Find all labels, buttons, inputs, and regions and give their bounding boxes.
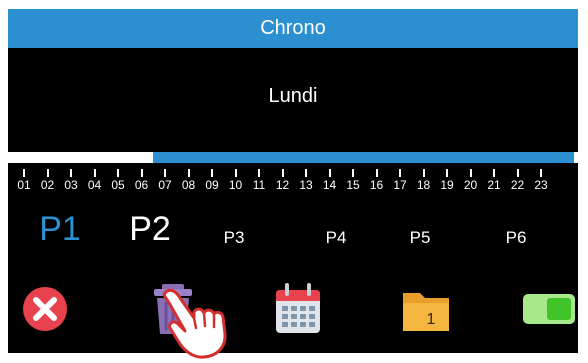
hour-label: 12 — [275, 178, 290, 192]
hour-label: 11 — [252, 178, 266, 192]
tick-mark — [469, 169, 472, 177]
tick-mark — [70, 169, 72, 177]
program-p6[interactable]: P6 — [506, 229, 527, 246]
tick-mark — [305, 169, 307, 177]
page-title: Chrono — [260, 17, 326, 39]
day-label[interactable]: Lundi — [8, 85, 578, 108]
hour-tick: 20 — [460, 169, 482, 192]
hour-tick: 15 — [342, 169, 364, 192]
pointing-hand-icon — [158, 282, 240, 360]
tick-mark — [446, 169, 448, 177]
hour-tick: 23 — [530, 169, 552, 192]
tick-mark — [23, 169, 25, 177]
folder-icon: 1 — [403, 293, 449, 331]
close-button[interactable] — [17, 279, 73, 337]
tick-mark — [187, 169, 190, 177]
calendar-button[interactable] — [270, 279, 326, 337]
program-p4[interactable]: P4 — [326, 229, 347, 246]
hour-tick: 09 — [201, 169, 223, 192]
tick-mark — [281, 169, 284, 177]
tick-mark — [516, 169, 519, 177]
hour-tick: 02 — [37, 169, 59, 192]
hour-label: 09 — [205, 178, 219, 192]
toggle-icon — [523, 294, 575, 324]
hour-tick: 16 — [366, 169, 388, 192]
tick-mark — [422, 169, 425, 177]
hour-tick: 08 — [178, 169, 200, 192]
hour-tick: 13 — [295, 169, 317, 192]
hour-label: 16 — [369, 178, 384, 192]
hour-tick: 18 — [413, 169, 435, 192]
hour-tick: 04 — [84, 169, 106, 192]
program-p3[interactable]: P3 — [224, 229, 245, 246]
hour-scale: 01 02 03 04 05 06 07 08 09 10 11 12 13 14 15 16 17 18 19 20… — [8, 169, 578, 199]
tick-mark — [234, 169, 237, 177]
hour-label: 18 — [416, 178, 431, 192]
program-p1[interactable]: P1 — [39, 212, 81, 246]
hour-tick: 11 — [248, 169, 270, 192]
hour-tick: 03 — [60, 169, 82, 192]
tick-mark — [211, 169, 213, 177]
timeline-active-range[interactable] — [153, 152, 574, 163]
hour-label: 15 — [346, 178, 360, 192]
calendar-icon — [276, 283, 320, 333]
toggle-button[interactable] — [521, 279, 577, 337]
tick-mark — [164, 169, 166, 177]
tick-mark — [540, 169, 542, 177]
tick-mark — [352, 169, 354, 177]
hour-label: 08 — [181, 178, 196, 192]
hour-label: 10 — [228, 178, 243, 192]
tick-mark — [375, 169, 378, 177]
hour-label: 19 — [440, 178, 454, 192]
close-icon — [23, 287, 67, 331]
hour-label: 20 — [463, 178, 478, 192]
toolbar: 1 — [8, 271, 578, 353]
hour-label: 06 — [134, 178, 149, 192]
tick-mark — [46, 169, 49, 177]
hour-label: 03 — [64, 178, 78, 192]
hour-label: 02 — [40, 178, 55, 192]
tick-mark — [140, 169, 143, 177]
hour-label: 04 — [87, 178, 102, 192]
tick-mark — [399, 169, 401, 177]
folder-number: 1 — [427, 311, 436, 328]
program-p5[interactable]: P5 — [410, 229, 431, 246]
hour-tick: 14 — [319, 169, 341, 192]
tick-mark — [328, 169, 331, 177]
hour-tick: 06 — [131, 169, 153, 192]
tick-mark — [493, 169, 495, 177]
program-selector: P1 P2 P3 P4 P5 P6 — [8, 204, 578, 250]
hour-tick: 05 — [107, 169, 129, 192]
tick-mark — [93, 169, 96, 177]
hour-tick: 17 — [389, 169, 411, 192]
hour-label: 22 — [510, 178, 525, 192]
hour-label: 07 — [158, 178, 172, 192]
hour-tick: 10 — [225, 169, 247, 192]
hour-label: 01 — [17, 178, 31, 192]
hour-label: 23 — [534, 178, 548, 192]
folder-button[interactable]: 1 — [398, 279, 454, 337]
hour-label: 14 — [322, 178, 337, 192]
hour-tick: 19 — [436, 169, 458, 192]
device-screen: Chrono Lundi 01 02 03 04 05 06 07 08 09 10 11 12 13 1… — [8, 9, 578, 353]
hour-label: 17 — [393, 178, 407, 192]
hour-label: 05 — [111, 178, 125, 192]
hour-label: 21 — [487, 178, 501, 192]
hour-tick: 07 — [154, 169, 176, 192]
hour-tick: 12 — [272, 169, 294, 192]
hour-label: 13 — [299, 178, 313, 192]
tick-mark — [258, 169, 260, 177]
hour-tick: 21 — [483, 169, 505, 192]
title-bar: Chrono — [8, 9, 578, 48]
hour-tick: 01 — [13, 169, 35, 192]
tick-mark — [117, 169, 119, 177]
program-p2[interactable]: P2 — [129, 212, 171, 246]
hour-tick: 22 — [507, 169, 529, 192]
